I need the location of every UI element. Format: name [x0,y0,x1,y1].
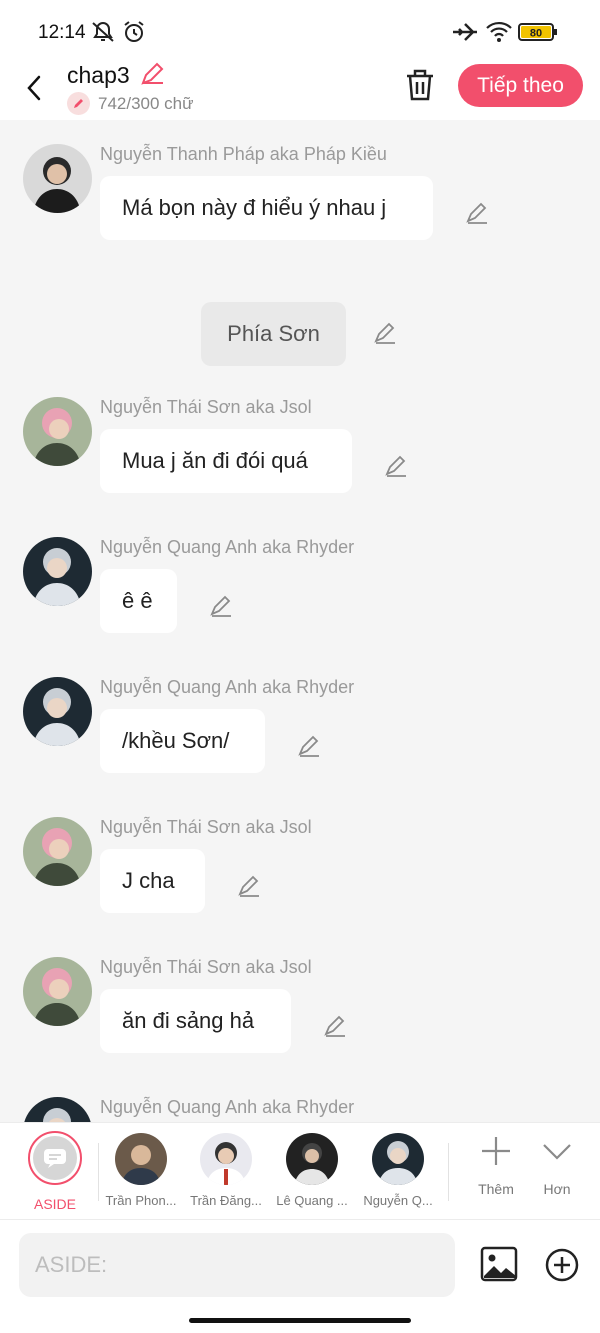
wifi-icon [485,20,513,49]
word-count-text: 742/300 chữ [98,93,194,113]
avatar [372,1133,424,1185]
sender-name: Nguyễn Thái Sơn aka Jsol [100,957,312,977]
message-bubble[interactable]: Mua j ăn đi đói quá [100,429,352,493]
sender-name: Nguyễn Thái Sơn aka Jsol [100,397,312,417]
edit-message-button[interactable] [323,1015,347,1044]
character-name: ASIDE [33,1196,76,1212]
divider [448,1143,449,1201]
pencil-icon [141,62,164,85]
home-indicator [189,1318,411,1323]
trash-icon [407,69,433,101]
edit-title-button[interactable] [138,62,166,93]
pencil-icon [374,322,395,344]
edit-message-button[interactable] [465,202,489,231]
character-aside[interactable]: ASIDE [13,1131,97,1212]
character-name: Nguyễn Q... [363,1193,433,1208]
character-item[interactable]: Lê Quang ... [270,1133,354,1208]
avatar[interactable] [23,397,92,466]
pencil-icon [67,92,90,115]
message-bubble[interactable]: ăn đi sảng hả [100,989,291,1053]
pencil-icon [466,202,487,224]
aside-icon [33,1136,77,1180]
delete-button[interactable] [403,66,437,109]
edit-message-button[interactable] [237,875,261,904]
message-list[interactable]: Nguyễn Thanh Pháp aka Pháp Kiều Má bọn n… [0,120,600,1122]
edit-message-button[interactable] [384,455,408,484]
character-name: Trần Đăng... [190,1193,262,1208]
chapter-title: chap3 [67,62,130,88]
character-name: Lê Quang ... [276,1193,348,1208]
sender-name: Nguyễn Thái Sơn aka Jsol [100,817,312,837]
message-input[interactable] [19,1233,455,1297]
avatar[interactable] [23,144,92,213]
edit-message-button[interactable] [209,595,233,624]
character-name: Trần Phon... [105,1193,177,1208]
avatar[interactable] [23,817,92,886]
pencil-icon [210,595,231,617]
add-character-label: Thêm [478,1181,514,1197]
plus-icon [482,1137,510,1165]
message-bubble[interactable]: J cha [100,849,205,913]
avatar[interactable] [23,537,92,606]
character-item[interactable]: Nguyễn Q... [356,1133,440,1208]
pencil-icon [238,875,259,897]
more-characters-button[interactable]: Hơn [527,1135,587,1197]
back-button[interactable] [20,68,48,108]
insert-image-button[interactable] [480,1246,518,1287]
edit-scene-button[interactable] [373,322,397,351]
avatar[interactable] [23,1097,92,1122]
message-bubble[interactable]: ê ê [100,569,177,633]
plus-circle-icon [545,1248,579,1282]
pencil-icon [324,1015,345,1037]
sender-name: Nguyễn Quang Anh aka Rhyder [100,1097,355,1117]
pencil-icon [385,455,406,477]
chevron-down-icon [543,1144,571,1160]
image-icon [480,1246,518,1282]
more-options-button[interactable] [545,1248,579,1287]
avatar [200,1133,252,1185]
character-item[interactable]: Trần Đăng... [184,1133,268,1208]
sender-name: Nguyễn Thanh Pháp aka Pháp Kiều [100,144,387,164]
character-bar: ASIDE Trần Phon... Trần Đăng... Lê Quang… [0,1122,600,1219]
mute-icon [90,20,116,49]
alarm-icon [121,20,147,49]
status-time: 12:14 [38,22,86,43]
airplane-mode-icon [451,20,479,49]
battery-level: 80 [530,28,542,40]
battery-icon: 80 [518,22,558,47]
status-bar: 12:14 80 [0,0,600,62]
more-characters-label: Hơn [543,1181,571,1197]
add-character-button[interactable]: Thêm [466,1135,526,1197]
sender-name: Nguyễn Quang Anh aka Rhyder [100,537,355,557]
avatar[interactable] [23,677,92,746]
input-bar [0,1219,600,1333]
header: chap3 742/300 chữ Tiếp theo [0,62,600,120]
character-item[interactable]: Trần Phon... [99,1133,183,1208]
message-bubble[interactable]: /khều Sơn/ [100,709,265,773]
avatar [286,1133,338,1185]
pencil-icon [298,735,319,757]
back-arrow-icon [27,75,41,101]
sender-name: Nguyễn Quang Anh aka Rhyder [100,677,355,697]
edit-message-button[interactable] [297,735,321,764]
message-bubble[interactable]: Má bọn này đ hiểu ý nhau j [100,176,433,240]
next-button[interactable]: Tiếp theo [458,64,583,107]
word-count: 742/300 chữ [67,92,194,115]
avatar[interactable] [23,957,92,1026]
avatar [115,1133,167,1185]
scene-label[interactable]: Phía Sơn [201,302,346,366]
